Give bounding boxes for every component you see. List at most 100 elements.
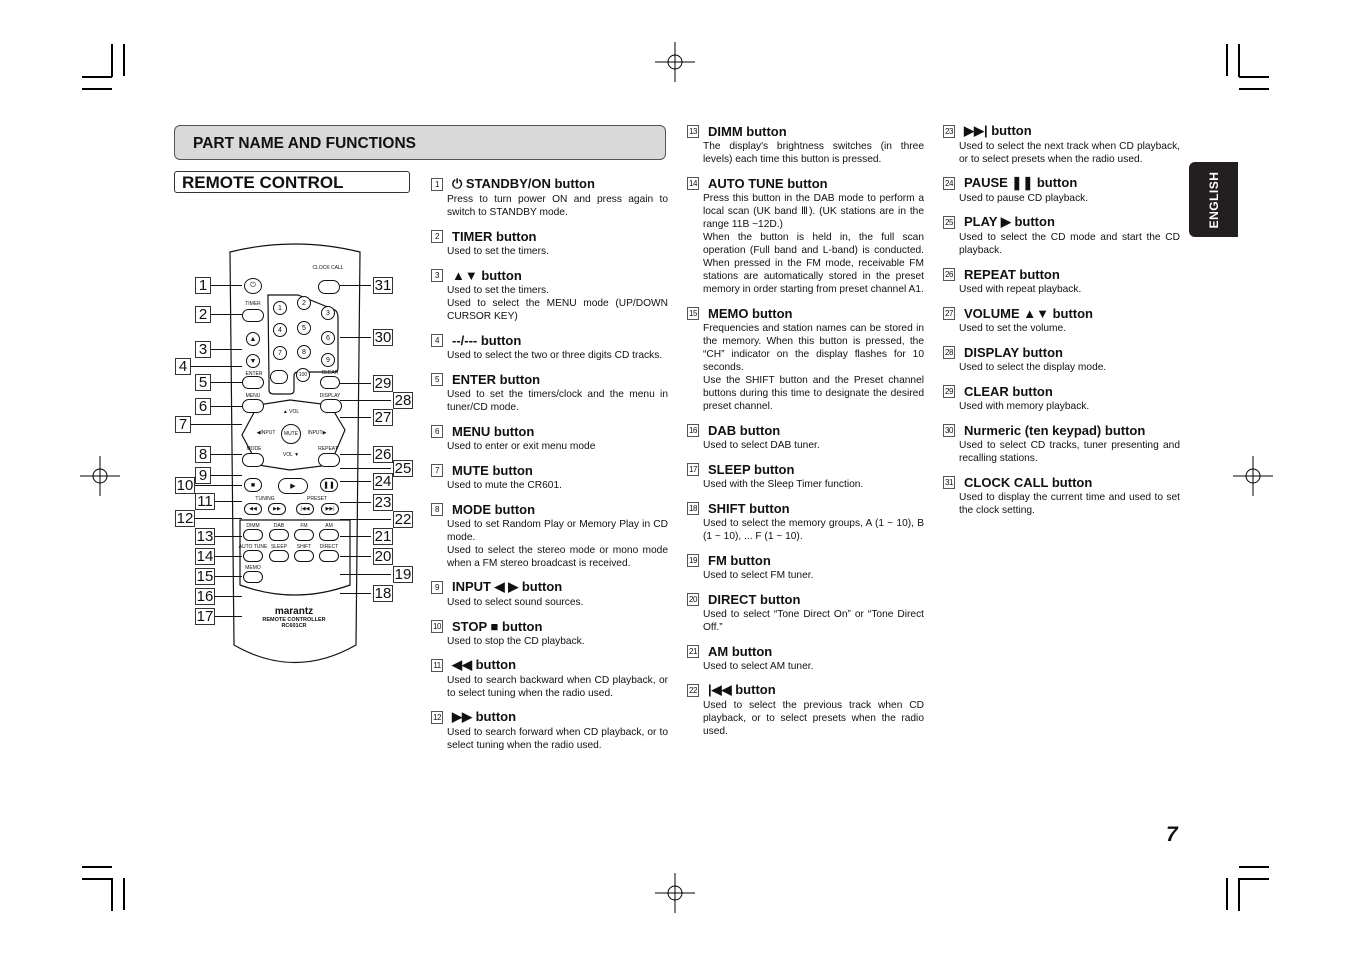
function-item: 15 MEMO button Frequencies and station n… [684,304,924,413]
callout-14: 14 [195,548,215,565]
callout-line [340,593,371,594]
item-description: Press to turn power ON and press again t… [447,194,668,218]
model-line-2: RC601CR [281,623,307,629]
item-description: Used to search forward when CD playback,… [447,727,668,751]
keypad-button-3: 3 [321,306,335,320]
function-item: 7 MUTE button Used to mute the CR601. [428,461,668,492]
callout-1: 1 [195,277,211,294]
callout-line [195,518,242,519]
function-item-header: 10 STOP ■ button [428,617,668,635]
callout-line [340,285,371,286]
function-item-header: 17 SLEEP button [684,460,924,478]
callout-line [195,485,242,486]
function-item-header: 15 MEMO button [684,304,924,322]
menu-button [242,399,264,413]
callout-7: 7 [175,416,191,433]
item-title: AM button [708,643,773,659]
callout-17: 17 [195,608,215,625]
callout-line [211,314,242,315]
item-description: Used to select the next track when CD pl… [959,141,1180,165]
item-title: MUTE button [452,462,533,478]
item-number-badge: 28 [943,345,955,359]
function-item: 24 PAUSE ❚❚ button Used to pause CD play… [940,174,1180,205]
function-item: 8 MODE button Used to set Random Play or… [428,500,668,570]
callout-line [215,596,242,597]
item-description: Used to select “Tone Direct On” or “Tone… [703,609,924,633]
callout-28: 28 [393,392,413,409]
item-description: Used to display the current time and use… [959,492,1180,516]
callout-line [340,519,391,520]
callout-24: 24 [373,473,393,490]
callout-20: 20 [373,548,393,565]
item-number-badge: 12 [431,710,443,724]
registration-mark-right [1233,456,1273,496]
function-item: 21 AM button Used to select AM tuner. [684,642,924,673]
item-description: Used to set the timers. Used to select t… [447,285,668,322]
function-item-header: 1 ⏻ STANDBY/ON button [428,175,668,193]
item-description: Used to set Random Play or Memory Play i… [447,519,668,569]
function-item: 14 AUTO TUNE button Press this button in… [684,174,924,296]
callout-19: 19 [393,566,413,583]
function-item: 16 DAB button Used to select DAB tuner. [684,421,924,452]
callout-line [211,475,242,476]
item-title: |◀◀ button [708,682,776,697]
callout-9: 9 [195,467,211,484]
item-number-badge: 13 [687,124,699,138]
registration-mark-left [80,456,120,496]
callout-line [340,337,371,338]
dash-button [270,370,288,384]
item-number-badge: 20 [687,592,699,606]
item-description: Used to select AM tuner. [703,661,814,672]
function-item-header: 5 ENTER button [428,370,668,388]
clear-button [320,376,340,389]
item-number-badge: 21 [687,644,699,658]
item-description: Used with memory playback. [959,401,1090,412]
callout-27: 27 [373,409,393,426]
item-title: --/--- button [452,332,522,348]
item-description: Used to search backward when CD playback… [447,675,668,699]
callout-line [215,556,242,557]
item-title: Nurmeric (ten keypad) button [964,422,1146,438]
item-number-badge: 6 [431,424,443,438]
callout-16: 16 [195,588,215,605]
item-number-badge: 27 [943,306,955,320]
item-title: ▲▼ button [452,267,522,283]
item-number-badge: 3 [431,268,443,282]
item-number-badge: 14 [687,176,699,190]
item-title: INPUT ◀ ▶ button [452,579,563,594]
callout-line [340,383,371,384]
function-item-header: 24 PAUSE ❚❚ button [940,174,1180,192]
function-item-header: 22 |◀◀ button [684,681,924,699]
function-item: 31 CLOCK CALL button Used to display the… [940,473,1180,517]
brand-logo: marantz [274,606,314,617]
function-item-header: 26 REPEAT button [940,265,1180,283]
input-right-label: INPUT▶ [307,430,327,436]
section-title: PART NAME AND FUNCTIONS [193,135,417,152]
pause-button: ❚❚ [320,478,338,492]
keypad-button-4: 4 [273,323,287,337]
function-item: 22 |◀◀ button Used to select the previou… [684,681,924,738]
item-title: PLAY ▶ button [964,214,1055,229]
item-title: SHIFT button [708,500,790,516]
function-item: 27 VOLUME ▲▼ button Used to set the volu… [940,304,1180,335]
stop-button: ■ [244,478,262,492]
item-description: Used to select the previous track when C… [703,700,924,737]
function-item: 25 PLAY ▶ button Used to select the CD m… [940,213,1180,257]
callout-15: 15 [195,568,215,585]
clock-call-button [318,280,340,294]
function-item-header: 30 Nurmeric (ten keypad) button [940,421,1180,439]
callout-line [211,454,242,455]
mode-button [242,453,264,467]
item-title: MENU button [452,423,535,439]
function-item: 29 CLEAR button Used with memory playbac… [940,382,1180,413]
function-item: 23 ▶▶| button Used to select the next tr… [940,122,1180,166]
function-item: 3 ▲▼ button Used to set the timers. Used… [428,266,668,323]
function-item-header: 2 TIMER button [428,227,668,245]
function-item: 28 DISPLAY button Used to select the dis… [940,343,1180,374]
down-button: ▼ [246,354,260,368]
callout-line [340,574,391,575]
item-number-badge: 24 [943,176,955,190]
function-item: 19 FM button Used to select FM tuner. [684,551,924,582]
callout-12: 12 [175,510,195,527]
callout-21: 21 [373,528,393,545]
